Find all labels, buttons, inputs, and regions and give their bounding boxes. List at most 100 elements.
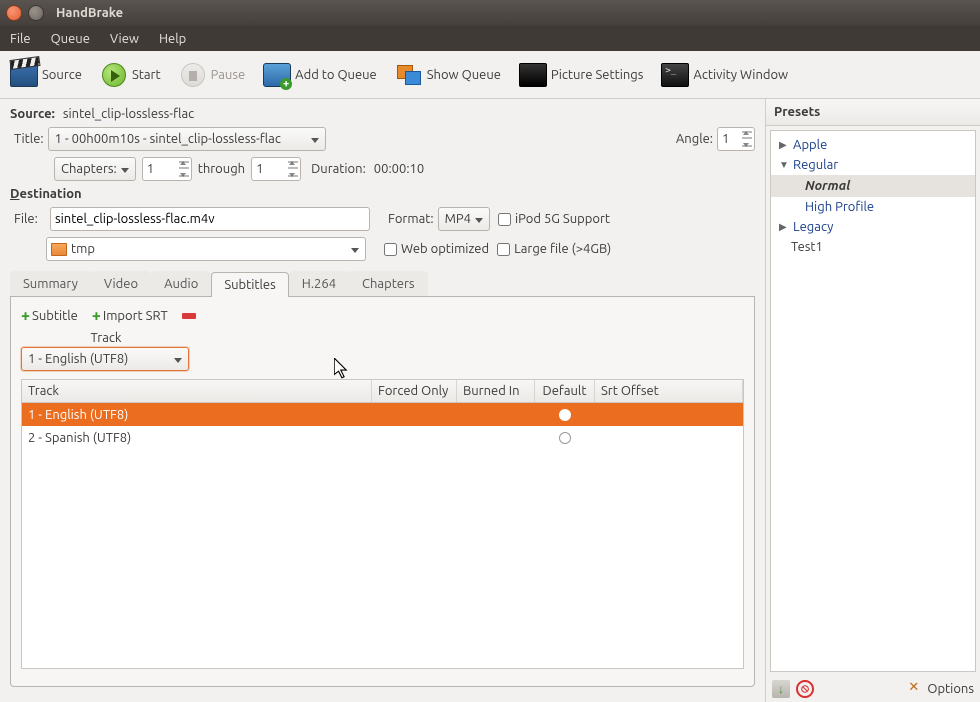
preset-category-legacy[interactable]: ▶ Legacy bbox=[771, 217, 975, 237]
preset-category-regular[interactable]: ▼ Regular bbox=[771, 155, 975, 175]
col-burned[interactable]: Burned In bbox=[457, 380, 535, 402]
presets-panel: Presets ▶ Apple ▼ Regular Normal High Pr… bbox=[765, 99, 980, 702]
chapters-mode-dropdown[interactable]: Chapters: bbox=[54, 157, 136, 181]
queue-add-icon bbox=[263, 63, 291, 87]
tab-video[interactable]: Video bbox=[91, 271, 151, 296]
subtitles-panel: + Subtitle + Import SRT Track 1 - Englis… bbox=[10, 297, 755, 687]
chapters-mode-label: Chapters: bbox=[61, 162, 117, 176]
table-row[interactable]: 1 - English (UTF8) bbox=[22, 403, 743, 426]
col-default[interactable]: Default bbox=[535, 380, 595, 402]
title-value: 1 - 00h00m10s - sintel_clip-lossless-fla… bbox=[55, 132, 281, 146]
toolbar-show-queue-label: Show Queue bbox=[427, 68, 501, 82]
title-label: Title: bbox=[14, 132, 44, 146]
window-titlebar: HandBrake bbox=[0, 0, 980, 26]
title-dropdown[interactable]: 1 - 00h00m10s - sintel_clip-lossless-fla… bbox=[48, 127, 326, 151]
tab-chapters[interactable]: Chapters bbox=[349, 271, 428, 296]
minus-icon bbox=[182, 313, 196, 319]
preset-category-apple[interactable]: ▶ Apple bbox=[771, 135, 975, 155]
presets-footer: ⦸ Options bbox=[766, 676, 980, 702]
track-header-label: Track bbox=[21, 331, 191, 345]
col-forced[interactable]: Forced Only bbox=[372, 380, 457, 402]
activity-window-icon bbox=[661, 63, 689, 87]
tabs: Summary Video Audio Subtitles H.264 Chap… bbox=[10, 271, 755, 297]
source-label: Source: bbox=[10, 107, 55, 121]
toolbar-show-queue-button[interactable]: Show Queue bbox=[395, 63, 501, 87]
duration-value: 00:00:10 bbox=[374, 162, 424, 176]
table-row[interactable]: 2 - Spanish (UTF8) bbox=[22, 426, 743, 449]
preset-high-profile[interactable]: High Profile bbox=[771, 197, 975, 217]
toolbar-pause-label: Pause bbox=[211, 68, 246, 82]
chapter-from-input[interactable]: 1 bbox=[142, 157, 192, 181]
track-dropdown-value: 1 - English (UTF8) bbox=[28, 352, 128, 366]
format-dropdown[interactable]: MP4 bbox=[438, 207, 490, 231]
toolbar-pause-button: Pause bbox=[179, 63, 246, 87]
clapperboard-icon bbox=[10, 63, 38, 87]
default-radio[interactable] bbox=[559, 432, 571, 444]
chapter-to-value: 1 bbox=[256, 162, 263, 176]
window-minimize-button[interactable] bbox=[28, 5, 44, 21]
window-close-button[interactable] bbox=[6, 5, 22, 21]
angle-label: Angle: bbox=[676, 132, 713, 146]
tab-audio[interactable]: Audio bbox=[151, 271, 211, 296]
toolbar-start-button[interactable]: Start bbox=[100, 63, 161, 87]
file-input[interactable] bbox=[50, 207, 370, 231]
collapse-icon[interactable]: ▼ bbox=[779, 159, 789, 171]
presets-tree[interactable]: ▶ Apple ▼ Regular Normal High Profile ▶ … bbox=[770, 130, 976, 672]
toolbar-add-queue-label: Add to Queue bbox=[295, 68, 377, 82]
preset-test1[interactable]: Test1 bbox=[771, 237, 975, 257]
toolbar-picture-button[interactable]: Picture Settings bbox=[519, 63, 643, 87]
col-offset[interactable]: Srt Offset bbox=[595, 380, 743, 402]
angle-input[interactable]: 1 bbox=[717, 127, 755, 151]
toolbar: Source Start Pause Add to Queue Show Que… bbox=[0, 51, 980, 99]
format-label: Format: bbox=[388, 212, 434, 226]
default-radio[interactable] bbox=[559, 409, 571, 421]
queue-show-icon bbox=[395, 63, 423, 87]
toolbar-activity-label: Activity Window bbox=[693, 68, 788, 82]
track-dropdown[interactable]: 1 - English (UTF8) bbox=[21, 347, 189, 371]
tab-subtitles[interactable]: Subtitles bbox=[211, 272, 288, 297]
remove-subtitle-button[interactable] bbox=[182, 313, 196, 319]
toolbar-source-button[interactable]: Source bbox=[10, 63, 82, 87]
menu-queue[interactable]: Queue bbox=[51, 32, 90, 46]
menubar: File Queue View Help bbox=[0, 26, 980, 51]
expand-icon[interactable]: ▶ bbox=[779, 139, 789, 151]
file-label: File: bbox=[14, 212, 46, 226]
toolbar-activity-button[interactable]: Activity Window bbox=[661, 63, 788, 87]
col-track[interactable]: Track bbox=[22, 380, 372, 402]
add-subtitle-button[interactable]: + Subtitle bbox=[21, 307, 78, 325]
preset-options-button[interactable]: Options bbox=[907, 681, 974, 697]
toolbar-add-queue-button[interactable]: Add to Queue bbox=[263, 63, 377, 87]
row-track: 1 - English (UTF8) bbox=[22, 405, 372, 425]
toolbar-source-label: Source bbox=[42, 68, 82, 82]
preset-normal[interactable]: Normal bbox=[771, 175, 975, 197]
menu-help[interactable]: Help bbox=[159, 32, 186, 46]
import-srt-button[interactable]: + Import SRT bbox=[92, 307, 168, 325]
tab-h264[interactable]: H.264 bbox=[289, 271, 349, 296]
duration-label: Duration: bbox=[311, 162, 366, 176]
through-label: through bbox=[198, 162, 245, 176]
plus-icon: + bbox=[92, 307, 101, 325]
chapter-to-input[interactable]: 1 bbox=[251, 157, 301, 181]
folder-dropdown[interactable]: tmp bbox=[46, 237, 366, 261]
preset-delete-button[interactable]: ⦸ bbox=[796, 680, 814, 698]
ipod-checkbox[interactable]: iPod 5G Support bbox=[498, 212, 610, 226]
folder-icon bbox=[51, 243, 67, 256]
subtitle-table: Track Forced Only Burned In Default Srt … bbox=[21, 379, 744, 669]
chapter-from-value: 1 bbox=[147, 162, 154, 176]
web-optimized-checkbox[interactable]: Web optimized bbox=[384, 242, 489, 256]
tab-summary[interactable]: Summary bbox=[10, 271, 91, 296]
window-title: HandBrake bbox=[56, 6, 123, 20]
presets-heading: Presets bbox=[766, 99, 980, 126]
preset-save-button[interactable] bbox=[772, 680, 790, 698]
table-header: Track Forced Only Burned In Default Srt … bbox=[22, 380, 743, 403]
pause-icon bbox=[181, 63, 205, 87]
expand-icon[interactable]: ▶ bbox=[779, 221, 789, 233]
large-file-checkbox[interactable]: Large file (>4GB) bbox=[497, 242, 611, 256]
plus-icon: + bbox=[21, 307, 30, 325]
picture-settings-icon bbox=[519, 63, 547, 87]
row-track: 2 - Spanish (UTF8) bbox=[22, 428, 372, 448]
menu-view[interactable]: View bbox=[110, 32, 139, 46]
play-icon bbox=[102, 63, 126, 87]
format-value: MP4 bbox=[445, 212, 471, 226]
menu-file[interactable]: File bbox=[10, 32, 31, 46]
